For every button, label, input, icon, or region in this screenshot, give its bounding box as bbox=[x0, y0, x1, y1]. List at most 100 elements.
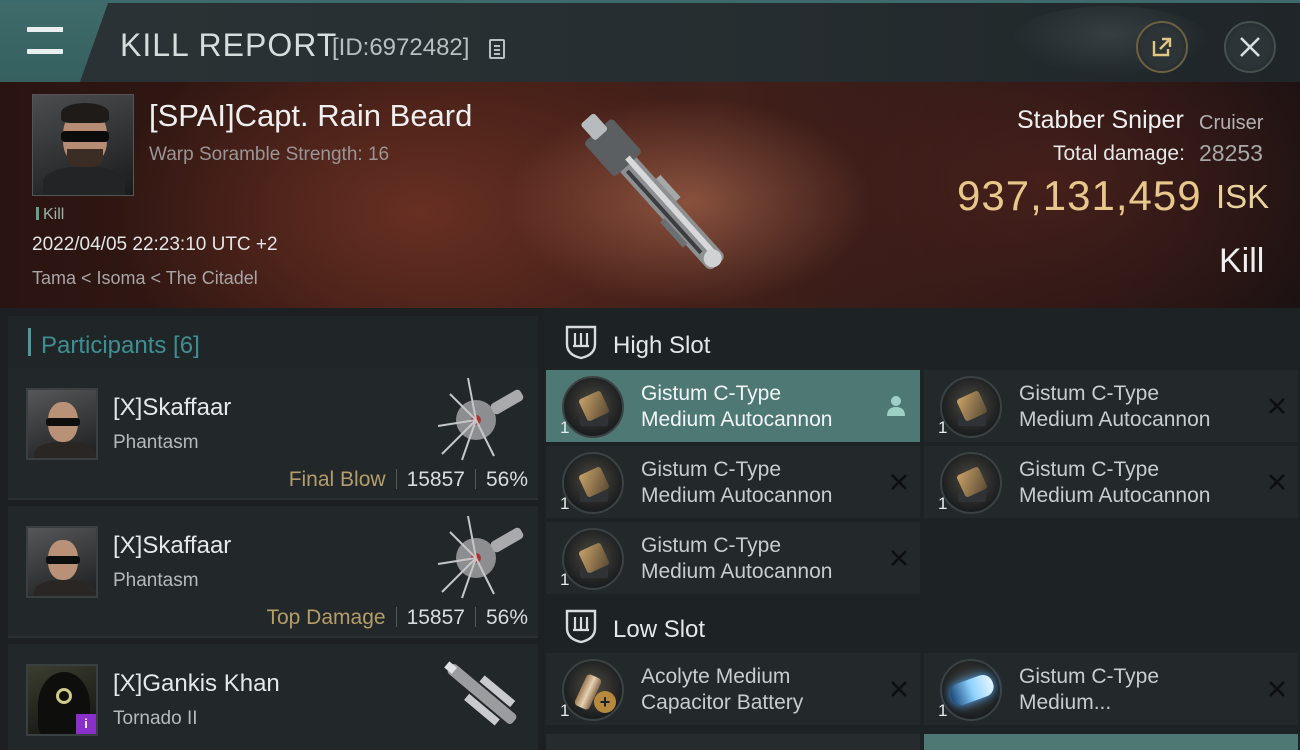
autocannon-icon bbox=[940, 376, 1002, 438]
module-quantity: 1 bbox=[938, 494, 948, 513]
close-button[interactable] bbox=[1224, 21, 1276, 73]
module-name-line2: Medium Autocannon bbox=[641, 560, 833, 583]
participant-ship: Phantasm bbox=[113, 432, 199, 453]
participant-stat-label: Top Damage bbox=[266, 606, 386, 629]
participant-card[interactable]: [X]Skaffaar Phantasm Top Damage 15857 56% bbox=[8, 506, 538, 638]
module-name-line1: Gistum C-Type bbox=[1019, 458, 1160, 481]
destroyed-x-icon bbox=[1269, 681, 1285, 697]
participant-ship-image bbox=[437, 515, 524, 599]
high-slot-icon bbox=[565, 325, 597, 360]
participant-card[interactable]: [X]Skaffaar Phantasm Final Blow 15857 56% bbox=[8, 368, 538, 500]
module-name-line2: Medium Autocannon bbox=[1019, 484, 1211, 507]
top-bar: KILL REPORT [ID:6972482] bbox=[0, 0, 1300, 82]
module-name-line1: Gistum C-Type bbox=[1019, 382, 1160, 405]
destroyed-x-icon bbox=[1269, 474, 1285, 490]
module-name-line2: Medium... bbox=[1019, 691, 1112, 714]
participant-ship-image bbox=[437, 377, 524, 461]
autocannon-icon bbox=[562, 528, 624, 590]
participant-stats: Final Blow 15857 56% bbox=[289, 468, 528, 492]
module-name-line1: Gistum C-Type bbox=[641, 534, 782, 557]
low-slot-header: Low Slot bbox=[544, 598, 1300, 654]
module-quantity: 1 bbox=[560, 418, 570, 437]
module-item-partial[interactable] bbox=[924, 734, 1298, 750]
autocannon-icon bbox=[562, 452, 624, 514]
low-slot-icon bbox=[565, 609, 597, 644]
report-id: [ID:6972482] bbox=[332, 34, 470, 61]
high-slot-header: High Slot bbox=[544, 314, 1300, 370]
participants-header: Participants [6] bbox=[8, 316, 538, 368]
high-slot-label: High Slot bbox=[613, 332, 711, 359]
page-title: KILL REPORT bbox=[120, 27, 338, 63]
module-item[interactable]: 1 Gistum C-Type Medium Autocannon bbox=[924, 446, 1298, 518]
module-name-line2: Medium Autocannon bbox=[641, 484, 833, 507]
gyrostabilizer-icon bbox=[940, 659, 1002, 721]
module-quantity: 1 bbox=[938, 418, 948, 437]
module-item[interactable]: 1 Gistum C-Type Medium... bbox=[924, 653, 1298, 725]
isk-unit: ISK bbox=[1216, 178, 1270, 215]
participants-panel: Participants [6] [X]Skaffaar Phantasm Fi… bbox=[0, 308, 544, 750]
kill-result: Kill bbox=[1219, 242, 1265, 280]
participant-stats: Top Damage 15857 56% bbox=[266, 606, 528, 630]
participant-avatar bbox=[26, 388, 98, 460]
participant-avatar bbox=[26, 526, 98, 598]
module-quantity: 1 bbox=[560, 494, 570, 513]
menu-button[interactable] bbox=[0, 3, 108, 82]
isk-value: 937,131,459 bbox=[957, 172, 1202, 219]
module-name-line1: Gistum C-Type bbox=[641, 458, 782, 481]
module-name-line2: Capacitor Battery bbox=[641, 691, 804, 714]
total-damage-value: 28253 bbox=[1199, 140, 1263, 166]
victim-portrait[interactable] bbox=[32, 94, 134, 196]
kill-location: Tama < Isoma < The Citadel bbox=[32, 268, 258, 288]
victim-name[interactable]: [SPAI]Capt. Rain Beard bbox=[149, 98, 472, 134]
destroyed-x-icon bbox=[1269, 398, 1285, 414]
module-name-line2: Medium Autocannon bbox=[641, 408, 833, 431]
destroyed-x-icon bbox=[891, 474, 907, 490]
participant-damage: 15857 bbox=[406, 606, 465, 629]
participants-title: Participants [6] bbox=[41, 332, 200, 359]
autocannon-icon bbox=[562, 376, 624, 438]
low-slot-label: Low Slot bbox=[613, 616, 706, 643]
participant-percent: 56% bbox=[485, 606, 528, 629]
module-name-line2: Medium Autocannon bbox=[1019, 408, 1211, 431]
copy-icon[interactable] bbox=[489, 39, 505, 59]
kill-summary: [SPAI]Capt. Rain Beard Warp Soramble Str… bbox=[0, 82, 1300, 308]
close-icon bbox=[1240, 37, 1260, 57]
victim-ship-image[interactable] bbox=[548, 90, 758, 300]
warp-scramble-strength: Warp Soramble Strength: 16 bbox=[149, 144, 390, 165]
kill-datetime: 2022/04/05 22:23:10 UTC +2 bbox=[32, 234, 278, 255]
participant-damage: 15857 bbox=[406, 468, 465, 491]
info-badge-icon[interactable]: i bbox=[76, 714, 96, 734]
victim-ship-name[interactable]: Stabber Sniper bbox=[1017, 106, 1184, 135]
user-icon bbox=[887, 396, 905, 416]
destroyed-x-icon bbox=[891, 550, 907, 566]
hamburger-icon bbox=[27, 27, 63, 55]
module-item[interactable]: + 1 Acolyte Medium Capacitor Battery bbox=[546, 653, 920, 725]
participant-stat-label: Final Blow bbox=[288, 468, 386, 491]
module-item[interactable]: 1 Gistum C-Type Medium Autocannon bbox=[546, 370, 920, 442]
module-name-line1: Gistum C-Type bbox=[1019, 665, 1160, 688]
participant-percent: 56% bbox=[485, 468, 528, 491]
module-item[interactable]: 1 Gistum C-Type Medium Autocannon bbox=[924, 370, 1298, 442]
participant-name: [X]Gankis Khan bbox=[113, 670, 280, 697]
module-name-line1: Acolyte Medium bbox=[641, 665, 791, 688]
capacitor-battery-icon: + bbox=[562, 659, 624, 721]
module-name-line1: Gistum C-Type bbox=[641, 382, 782, 405]
kill-tag: Kill bbox=[36, 206, 64, 224]
module-item[interactable]: 1 Gistum C-Type Medium Autocannon bbox=[546, 522, 920, 594]
participant-name: [X]Skaffaar bbox=[113, 532, 232, 559]
share-button[interactable] bbox=[1136, 21, 1188, 73]
participant-name: [X]Skaffaar bbox=[113, 394, 232, 421]
destroyed-x-icon bbox=[891, 681, 907, 697]
module-quantity: 1 bbox=[560, 701, 570, 720]
participant-ship-image bbox=[444, 661, 517, 726]
total-damage-label: Total damage: bbox=[1053, 142, 1185, 165]
module-quantity: 1 bbox=[560, 570, 570, 589]
fitting-panel: High Slot 1 Gistum C-Type Medium Autocan… bbox=[544, 308, 1300, 750]
participant-card[interactable]: i [X]Gankis Khan Tornado II bbox=[8, 644, 538, 750]
module-quantity: 1 bbox=[938, 701, 948, 720]
module-item[interactable]: 1 Gistum C-Type Medium Autocannon bbox=[546, 446, 920, 518]
autocannon-icon bbox=[940, 452, 1002, 514]
participant-ship: Phantasm bbox=[113, 570, 199, 591]
module-item-partial[interactable] bbox=[546, 734, 920, 750]
share-icon bbox=[1152, 37, 1172, 57]
